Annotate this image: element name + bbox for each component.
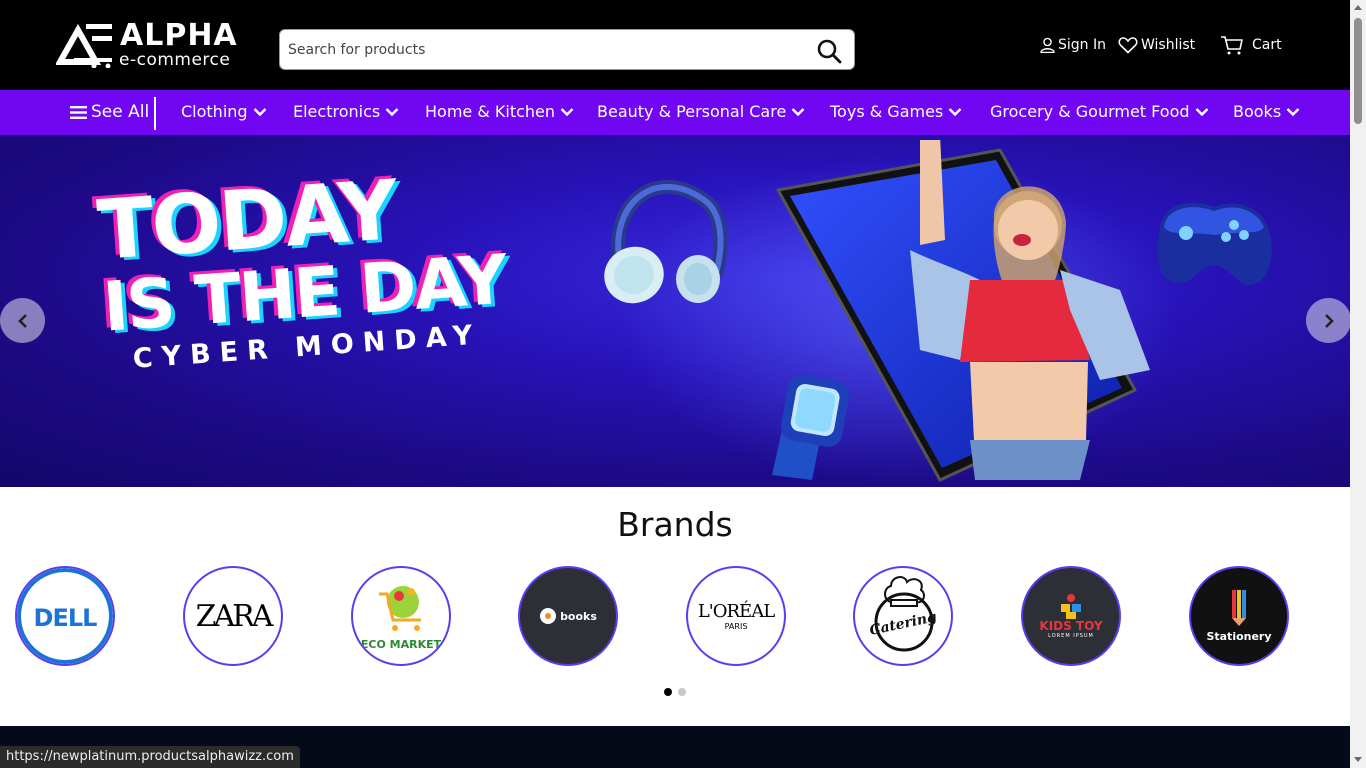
search-bar [279,29,855,70]
nav-item-label: Clothing [181,102,248,121]
brands-heading: Brands [617,505,733,544]
link-status-bar: https://newplatinum.productsalphawizz.co… [0,746,300,768]
chevron-down-icon [253,107,266,116]
pagination-dot-2[interactable] [678,688,686,696]
brand-sub: LOREM IPSUM [1048,633,1094,639]
gamepad-illustration [1157,202,1272,286]
chevron-down-icon [1286,107,1300,116]
nav-item-toys-games[interactable]: Toys & Games [830,102,962,121]
chevron-left-icon [17,313,27,328]
category-nav: See All Clothing Electronics Home & Kitc… [0,90,1350,135]
cart-icon [1221,36,1243,55]
heart-icon [1118,37,1138,54]
wishlist-link[interactable]: Wishlist [1118,34,1195,56]
nav-item-home-kitchen[interactable]: Home & Kitchen [425,102,574,121]
carousel-prev-button[interactable] [0,298,45,343]
user-icon [1040,37,1055,53]
pagination-dot-1[interactable] [664,688,672,696]
page-scrollbar[interactable] [1350,0,1366,768]
brand-name: DELL [33,604,98,632]
chevron-down-icon [560,107,574,116]
brand-loreal[interactable]: L'ORÉAL PARIS [686,566,786,666]
shopping-basket-icon [379,586,421,631]
nav-item-label: Grocery & Gourmet Food [990,102,1190,121]
logo-name: ALPHA [120,18,238,53]
books-logo-icon [540,608,557,624]
chevron-down-icon [1195,107,1208,116]
smartwatch-illustration [772,375,850,480]
brand-name: ZARA [195,598,274,634]
nav-item-label: Beauty & Personal Care [597,102,787,121]
carousel-next-button[interactable] [1306,298,1350,343]
hero-banner[interactable]: TODAY IS THE DAY CYBER MONDAY [0,135,1350,487]
brand-books[interactable]: books [518,566,618,666]
nav-divider [154,97,156,130]
nav-item-label: Toys & Games [830,102,944,121]
nav-item-electronics[interactable]: Electronics [293,102,399,121]
brand-dell[interactable]: DELL [15,566,115,666]
cart-link[interactable]: Cart [1220,34,1282,56]
search-input[interactable] [288,38,788,62]
brand-sub: PARIS [724,622,748,631]
cart-label: Cart [1252,37,1282,53]
nav-item-clothing[interactable]: Clothing [181,102,267,121]
brand-zara[interactable]: ZARA [183,566,283,666]
brand-name: books [560,609,597,623]
brands-pagination [664,688,692,696]
nav-item-label: Electronics [293,102,381,121]
nav-item-books[interactable]: Books [1233,102,1300,121]
alpha-logo-icon [56,23,112,68]
sign-in-link[interactable]: Sign In [1040,34,1106,56]
nav-item-label: Books [1233,102,1282,121]
chevron-down-icon [948,107,962,116]
search-icon[interactable] [816,38,842,64]
nav-item-beauty[interactable]: Beauty & Personal Care [597,102,805,121]
nav-item-label: Home & Kitchen [425,102,556,121]
toy-blocks-icon [1061,594,1081,619]
header: ALPHA e-commerce Sign In Wishlist [0,0,1350,90]
headphones-illustration [604,179,728,304]
brand-name: ECO MARKET [360,638,442,651]
brand-stationery[interactable]: Stationery [1189,566,1289,666]
pencil-icon [1232,589,1246,626]
scroll-up-icon[interactable] [1354,5,1362,10]
site-logo[interactable]: ALPHA e-commerce [56,20,246,70]
hero-headline: TODAY IS THE DAY CYBER MONDAY [95,162,510,377]
scrollbar-thumb[interactable] [1354,18,1362,124]
brand-catering[interactable]: Catering [853,566,953,666]
see-all-label: See All [91,102,150,122]
chevron-down-icon [791,107,805,116]
chevron-down-icon [385,107,399,116]
scroll-down-icon[interactable] [1354,757,1362,762]
nav-item-grocery[interactable]: Grocery & Gourmet Food [990,102,1209,121]
page: ALPHA e-commerce Sign In Wishlist [0,0,1366,768]
sign-in-label: Sign In [1058,37,1106,53]
chevron-right-icon [1324,313,1334,328]
wishlist-label: Wishlist [1141,37,1196,53]
brand-kids-toy[interactable]: KIDS TOY LOREM IPSUM [1021,566,1121,666]
brand-name: Stationery [1206,629,1272,643]
brand-name: KIDS TOY [1039,619,1103,633]
see-all-button[interactable]: See All [70,102,149,122]
brand-eco-market[interactable]: ECO MARKET [351,566,451,666]
menu-icon [70,105,87,119]
brand-name: L'ORÉAL [697,601,775,622]
logo-subtitle: e-commerce [119,50,231,70]
